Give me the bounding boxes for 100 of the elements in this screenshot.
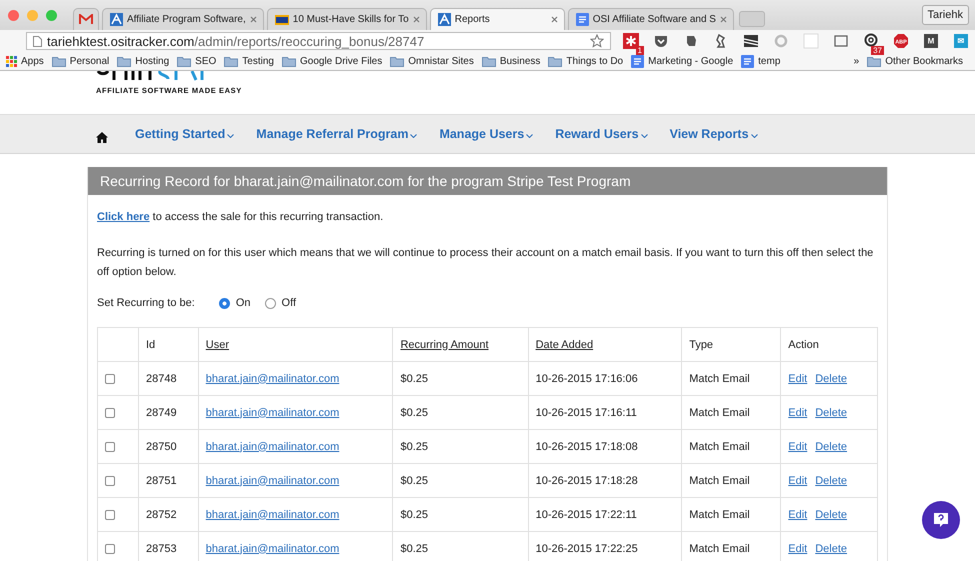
- table-cell: 28752: [146, 508, 177, 520]
- browser-tab[interactable]: Reports: [430, 8, 565, 30]
- help-chat-button[interactable]: [922, 501, 960, 539]
- bookmark[interactable]: Personal: [52, 56, 110, 66]
- row-checkbox[interactable]: [105, 374, 115, 384]
- extension-button[interactable]: [863, 33, 879, 49]
- close-icon[interactable]: [412, 16, 420, 23]
- extension-button[interactable]: ✉: [953, 33, 969, 49]
- delete-link[interactable]: Delete: [815, 440, 848, 452]
- nav-menu-item[interactable]: Manage Users: [439, 127, 534, 141]
- star-icon[interactable]: [590, 34, 604, 48]
- table-cell: 10-26-2015 17:22:11: [536, 508, 637, 520]
- table-cell: $0.25: [400, 372, 428, 384]
- delete-link[interactable]: Delete: [815, 474, 848, 486]
- folder-icon: [482, 56, 496, 66]
- browser-tab[interactable]: 10 Must-Have Skills for To: [266, 8, 427, 30]
- count-badge: 1: [636, 46, 644, 55]
- chevron-icon: [526, 134, 534, 138]
- table-cell: Match Email: [689, 440, 750, 452]
- chevron-icon: [410, 134, 418, 138]
- edit-link[interactable]: Edit: [788, 474, 808, 486]
- row-checkbox[interactable]: [105, 510, 115, 520]
- bookmark[interactable]: Other Bookmarks: [867, 56, 963, 66]
- bookmark[interactable]: Things to Do: [548, 56, 624, 66]
- column-header[interactable]: Date Added: [536, 338, 594, 350]
- delete-link[interactable]: Delete: [815, 372, 848, 384]
- table-cell: Match Email: [689, 474, 750, 486]
- edit-link[interactable]: Edit: [788, 508, 808, 520]
- row-checkbox[interactable]: [105, 544, 115, 554]
- row-checkbox[interactable]: [105, 408, 115, 418]
- delete-link[interactable]: Delete: [815, 406, 848, 418]
- table-cell: Match Email: [689, 406, 750, 418]
- table-cell: 10-26-2015 17:16:06: [536, 372, 638, 384]
- sale-access-text: Click here to access the sale for this recurring transaction.: [97, 210, 384, 225]
- folder-icon: [390, 56, 404, 66]
- more-bookmarks-button[interactable]: »: [854, 56, 860, 66]
- delete-link[interactable]: Delete: [815, 508, 848, 520]
- bookmark[interactable]: Apps: [6, 56, 44, 66]
- document-icon: [576, 13, 589, 26]
- window-close-button[interactable]: [8, 10, 19, 20]
- recurring-radio[interactable]: On: [218, 297, 251, 309]
- extension-button[interactable]: [623, 33, 639, 49]
- close-icon[interactable]: [550, 16, 558, 23]
- apps-grid-icon: [6, 56, 17, 66]
- table-cell: $0.25: [400, 406, 428, 418]
- table-cell: $0.25: [400, 474, 428, 486]
- bookmark[interactable]: SEO: [177, 56, 216, 66]
- column-header[interactable]: User: [206, 338, 230, 350]
- close-icon[interactable]: [250, 16, 257, 23]
- table-cell: 10-26-2015 17:18:28: [536, 474, 638, 486]
- delete-link[interactable]: Delete: [815, 542, 848, 554]
- column-header: Id: [146, 338, 156, 350]
- address-bar[interactable]: tariehktest.ositracker.com/admin/reports/reoccuring_bonus/28747: [26, 32, 611, 50]
- extension-button[interactable]: M: [923, 33, 939, 49]
- close-icon[interactable]: [720, 16, 727, 23]
- edit-link[interactable]: Edit: [788, 440, 808, 452]
- edit-link[interactable]: Edit: [788, 542, 808, 554]
- bookmark[interactable]: Omnistar Sites: [390, 56, 474, 66]
- bookmark[interactable]: Testing: [224, 56, 274, 66]
- folder-icon: [282, 56, 296, 66]
- extension-button[interactable]: [743, 33, 759, 49]
- profile-button[interactable]: Tariehk: [922, 5, 969, 25]
- bookmark[interactable]: temp: [741, 54, 780, 68]
- home-icon[interactable]: [96, 132, 108, 142]
- nav-menu-item[interactable]: Getting Started: [135, 127, 234, 141]
- click-here-link[interactable]: Click here: [97, 211, 150, 223]
- nav-menu-item[interactable]: Manage Referral Program: [256, 127, 418, 141]
- count-badge: 37: [871, 46, 884, 55]
- recurring-radio[interactable]: Off: [264, 297, 296, 309]
- browser-tab[interactable]: OSI Affiliate Software and S: [568, 8, 734, 30]
- browser-tab[interactable]: [73, 8, 99, 30]
- table-cell: 10-26-2015 17:22:25: [536, 542, 638, 554]
- table-cell: 28748: [146, 372, 177, 384]
- folder-icon: [117, 56, 132, 66]
- document-icon: [631, 54, 644, 68]
- table-cell: 28749: [146, 406, 177, 418]
- edit-link[interactable]: Edit: [788, 406, 808, 418]
- nav-menu-item[interactable]: View Reports: [670, 127, 758, 141]
- table-cell: 10-26-2015 17:16:11: [536, 406, 637, 418]
- site-logo-icon: [438, 13, 451, 26]
- column-header: Type: [689, 338, 714, 350]
- folder-icon: [548, 56, 562, 66]
- bookmark[interactable]: Marketing - Google: [631, 54, 734, 68]
- nav-menu-item[interactable]: Reward Users: [555, 127, 648, 141]
- edit-link[interactable]: Edit: [788, 372, 808, 384]
- row-checkbox[interactable]: [105, 476, 115, 486]
- recurring-notice-text: Recurring is turned on for this user which means that we will continue to process their account on a match email basis. If you want to turn this off then select the off option below.: [97, 246, 874, 280]
- bookmark[interactable]: Hosting: [117, 56, 170, 66]
- folder-icon: [177, 56, 192, 66]
- folder-icon: [867, 56, 882, 66]
- bookmark[interactable]: Business: [482, 56, 540, 66]
- table-cell: Match Email: [689, 508, 750, 520]
- row-checkbox[interactable]: [105, 442, 115, 452]
- column-header: Action: [788, 338, 819, 350]
- table-cell: $0.25: [400, 508, 428, 520]
- table-cell: 28750: [146, 440, 177, 452]
- bookmark[interactable]: Google Drive Files: [282, 56, 382, 66]
- browser-tab[interactable]: Affiliate Program Software,: [102, 8, 264, 30]
- chevron-icon: [227, 134, 234, 138]
- extension-button[interactable]: [653, 33, 669, 49]
